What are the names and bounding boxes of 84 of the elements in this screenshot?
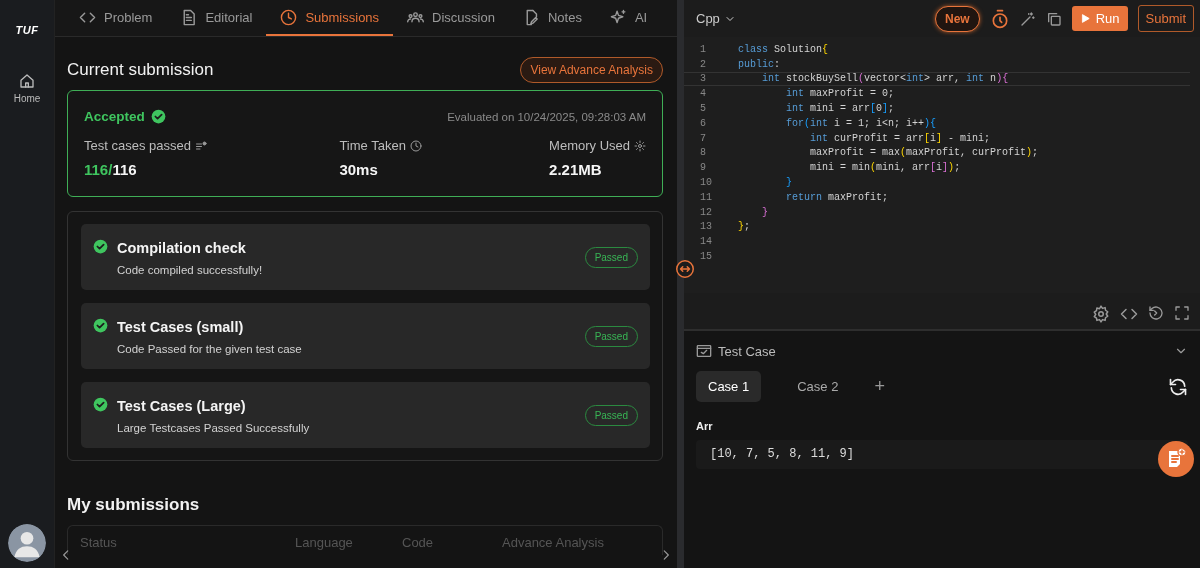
check-detail: Code Passed for the given test case <box>117 342 303 355</box>
line-number: 14 <box>699 236 713 248</box>
code-line: class Solution{ <box>738 43 829 55</box>
check-title: Test Cases (Large) <box>117 397 247 414</box>
sparkle-icon <box>609 8 627 26</box>
code-line: } <box>761 206 768 218</box>
case-tab[interactable]: Case 2 <box>785 371 851 402</box>
clock-icon <box>409 139 422 152</box>
check-circle-icon <box>150 109 166 124</box>
tab[interactable]: AI <box>595 0 662 36</box>
line-number: 8 <box>699 147 707 159</box>
column-header: Code <box>402 535 435 552</box>
clock-icon <box>280 8 298 26</box>
code-line: int stockBuySell(vector<int> arr, int n){ <box>761 73 1009 85</box>
home-nav-item[interactable]: Home <box>13 73 41 104</box>
input-field[interactable]: [10, 7, 5, 8, 11, 9] <box>696 440 1188 469</box>
status-label: Accepted <box>84 109 145 124</box>
tab[interactable]: Notes <box>508 0 596 36</box>
column-header: Language <box>295 535 354 552</box>
submit-button[interactable]: Submit <box>1137 5 1194 32</box>
tab[interactable]: Editorial <box>166 0 267 36</box>
evaluated-time: Evaluated on 10/24/2025, 09:28:03 AM <box>447 110 646 123</box>
code-line: maxProfit = max(maxProfit, curProfit); <box>809 147 1039 159</box>
line-number: 5 <box>699 103 707 115</box>
line-number: 3 <box>699 73 707 85</box>
code-line: int mini = arr[0]; <box>785 103 895 115</box>
play-icon <box>1079 13 1091 24</box>
home-icon <box>19 73 35 89</box>
settings-icon[interactable] <box>1092 305 1110 323</box>
code-line: mini = min(mini, arr[i]); <box>809 162 961 174</box>
column-header: Status <box>80 535 118 552</box>
gear-icon <box>634 139 646 152</box>
avatar-icon[interactable] <box>8 524 46 562</box>
line-number: 11 <box>699 191 713 203</box>
code-line: int maxProfit = 0; <box>785 88 895 100</box>
column-header: Advance Analysis <box>502 535 604 552</box>
resize-handle-icon[interactable] <box>676 260 694 278</box>
refresh-icon[interactable] <box>1168 376 1188 397</box>
language-dropdown[interactable]: Cpp <box>696 11 736 26</box>
add-case-button[interactable]: + <box>874 376 885 397</box>
check-title: Compilation check <box>117 239 247 256</box>
line-number: 4 <box>699 88 707 100</box>
code-line: } <box>785 177 792 189</box>
code-line: return maxProfit; <box>785 191 889 203</box>
view-analysis-button[interactable]: View Advance Analysis <box>520 57 663 83</box>
section-title: My submissions <box>67 495 201 515</box>
tab[interactable]: Submissions <box>266 0 394 36</box>
line-number: 6 <box>699 117 707 129</box>
line-number: 10 <box>699 177 713 189</box>
test-box-icon <box>696 343 712 359</box>
section-title: Current submission <box>67 60 214 80</box>
copy-icon[interactable] <box>1045 10 1062 27</box>
new-badge-button[interactable]: New <box>935 5 980 32</box>
check-title: Test Cases (small) <box>117 318 245 335</box>
stat-value: 116/116 <box>84 161 138 178</box>
code-line: for(int i = 1; i<n; i++){ <box>785 117 937 129</box>
tab[interactable]: Problem <box>65 0 167 36</box>
tab[interactable]: Discussion <box>393 0 509 36</box>
line-number: 12 <box>699 206 713 218</box>
line-number: 1 <box>699 43 707 55</box>
stat-label: Time Taken <box>339 138 406 153</box>
line-number: 15 <box>699 251 713 263</box>
line-number: 2 <box>699 58 707 70</box>
logo[interactable]: TUF <box>15 24 39 36</box>
list-icon <box>194 139 207 152</box>
add-note-icon[interactable] <box>1158 441 1194 477</box>
stat-label: Memory Used <box>549 138 630 153</box>
magic-wand-icon[interactable] <box>1019 10 1036 27</box>
code-line: public: <box>738 58 781 70</box>
panel-title: Test Case <box>718 343 776 359</box>
line-number: 13 <box>699 221 713 233</box>
check-detail: Code compiled successfully! <box>117 263 264 276</box>
code-line: int curProfit = arr[i] - mini; <box>809 132 991 144</box>
history-icon[interactable] <box>1148 305 1164 321</box>
parameter-label: Arr <box>696 420 714 432</box>
case-tab[interactable]: Case 1 <box>696 371 762 402</box>
stat-label: Test cases passed <box>84 138 191 153</box>
code-line: }; <box>738 221 751 233</box>
check-detail: Large Testcases Passed Successfully <box>117 421 311 434</box>
line-number: 7 <box>699 132 707 144</box>
stat-value: 30ms <box>339 161 379 178</box>
fullscreen-icon[interactable] <box>1174 305 1190 321</box>
stat-value: 2.21MB <box>549 161 603 178</box>
line-number: 9 <box>699 162 707 174</box>
